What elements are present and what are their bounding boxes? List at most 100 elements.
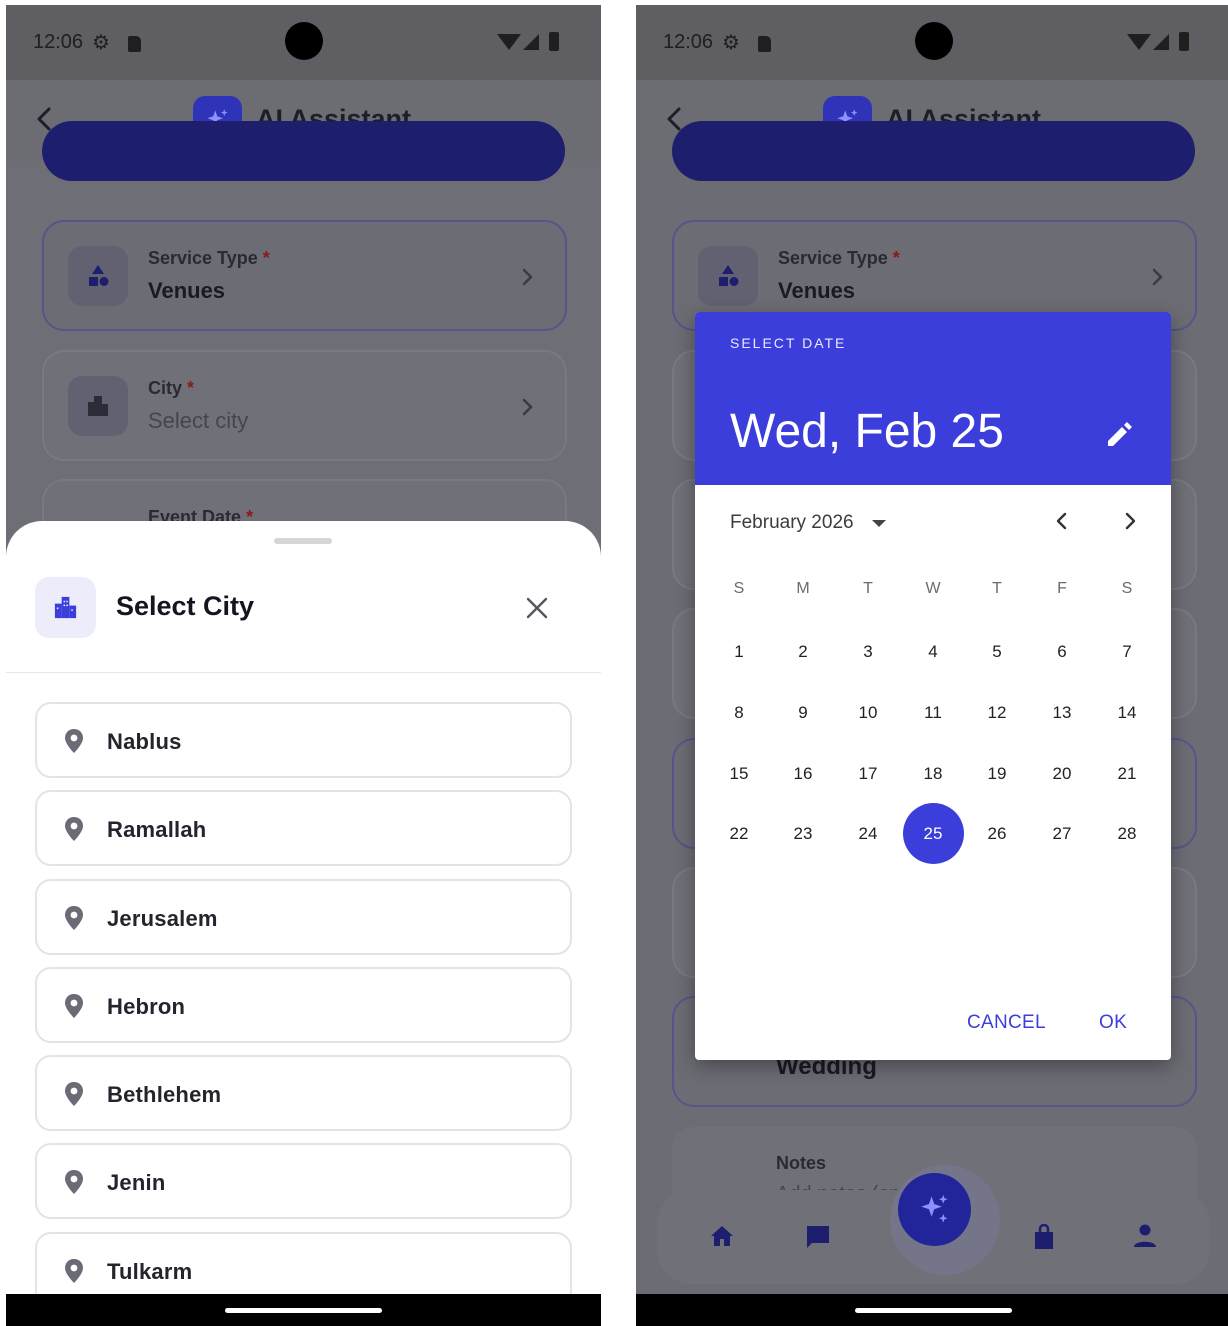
city-option-hebron[interactable]: Hebron: [35, 966, 572, 1043]
shapes-icon: [698, 246, 758, 306]
calendar-day[interactable]: 23: [773, 803, 834, 864]
date-picker-dialog: SELECT DATE Wed, Feb 25 February 2026 S M…: [695, 312, 1171, 1060]
sheet-drag-handle[interactable]: [274, 538, 332, 544]
signal-icon: [523, 34, 539, 50]
ai-assistant-fab[interactable]: [898, 1173, 971, 1246]
field-label: City *: [148, 378, 195, 398]
pencil-icon[interactable]: [1104, 420, 1134, 450]
camera-cutout: [915, 22, 953, 60]
calendar-day[interactable]: 8: [709, 682, 770, 743]
location-pin-icon: [65, 817, 83, 842]
calendar-day[interactable]: 9: [773, 682, 834, 743]
city-option-bethlehem[interactable]: Bethlehem: [35, 1055, 572, 1132]
home-icon[interactable]: [709, 1224, 735, 1248]
city-option-nablus[interactable]: Nablus: [35, 702, 572, 778]
divider: [6, 672, 601, 673]
city-option-jenin[interactable]: Jenin: [35, 1143, 572, 1220]
generate-button[interactable]: [42, 121, 565, 181]
location-pin-icon: [65, 993, 83, 1018]
date-picker-header: SELECT DATE Wed, Feb 25: [695, 312, 1171, 485]
city-option-ramallah[interactable]: Ramallah: [35, 790, 572, 867]
calendar-day-selected[interactable]: 25: [902, 803, 964, 864]
month-year-selector[interactable]: February 2026: [730, 512, 854, 534]
home-gesture-handle[interactable]: [225, 1308, 382, 1313]
weekday-label: S: [1121, 580, 1133, 597]
chevron-right-icon: [1152, 268, 1163, 286]
field-label: Service Type *: [148, 248, 270, 268]
calendar-day[interactable]: 4: [903, 621, 964, 682]
cancel-button[interactable]: CANCEL: [967, 1012, 1046, 1034]
field-value: Venues: [148, 278, 226, 303]
chevron-right-icon: [522, 398, 533, 416]
system-nav-bar: [636, 1294, 1228, 1326]
sd-card-icon: [758, 36, 771, 52]
settings-status-icon: ⚙: [92, 32, 110, 54]
weekday-label: S: [733, 580, 745, 597]
left-screen: 12:06 ⚙ AI Assistant Service Type * Venu…: [6, 5, 601, 1326]
battery-icon: [549, 32, 559, 51]
calendar-day[interactable]: 2: [773, 621, 834, 682]
status-bar: 12:06 ⚙: [6, 5, 601, 80]
settings-status-icon: ⚙: [722, 32, 740, 54]
previous-month-icon[interactable]: [1052, 511, 1072, 531]
calendar-day[interactable]: 5: [967, 621, 1028, 682]
field-label: Service Type *: [778, 248, 900, 268]
chat-icon[interactable]: [804, 1224, 832, 1250]
city-placeholder: Select city: [148, 408, 249, 433]
person-icon[interactable]: [1132, 1224, 1158, 1248]
calendar-day[interactable]: 14: [1097, 682, 1158, 743]
calendar-day[interactable]: 6: [1032, 621, 1093, 682]
calendar-day[interactable]: 7: [1097, 621, 1158, 682]
select-city-sheet: Select City Nablus Ramallah Jerusalem He…: [6, 521, 601, 1326]
calendar-day[interactable]: 15: [709, 743, 770, 804]
selected-date-display: Wed, Feb 25: [730, 405, 1004, 458]
status-time: 12:06: [663, 31, 714, 53]
service-type-field[interactable]: Service Type * Venues: [42, 220, 567, 331]
dropdown-arrow-icon[interactable]: [872, 520, 886, 527]
city-icon: [35, 577, 96, 638]
calendar-day[interactable]: 1: [709, 621, 770, 682]
generate-button[interactable]: [672, 121, 1195, 181]
calendar-day[interactable]: 28: [1097, 803, 1158, 864]
shapes-icon: [68, 246, 128, 306]
calendar-day[interactable]: 12: [967, 682, 1028, 743]
city-list: Nablus Ramallah Jerusalem Hebron Bethleh…: [35, 702, 572, 1320]
weekday-label: W: [925, 580, 941, 597]
calendar-day[interactable]: 21: [1097, 743, 1158, 804]
sparkles-icon: [921, 1194, 948, 1223]
city-field[interactable]: City * Select city: [42, 350, 567, 461]
chevron-right-icon: [522, 268, 533, 286]
right-screen: 12:06 ⚙ AI Assistant Service Type * Venu…: [636, 5, 1228, 1326]
calendar-day[interactable]: 27: [1032, 803, 1093, 864]
city-name: Ramallah: [107, 817, 207, 843]
sheet-title: Select City: [116, 591, 255, 621]
calendar-day[interactable]: 26: [967, 803, 1028, 864]
calendar-day[interactable]: 22: [709, 803, 770, 864]
calendar-day[interactable]: 20: [1032, 743, 1093, 804]
battery-icon: [1179, 32, 1189, 51]
sd-card-icon: [128, 36, 141, 52]
city-icon: [68, 376, 128, 436]
status-bar: 12:06 ⚙: [636, 5, 1228, 80]
calendar-day[interactable]: 11: [903, 682, 964, 743]
close-icon[interactable]: [525, 596, 549, 620]
calendar-day[interactable]: 17: [838, 743, 899, 804]
home-gesture-handle[interactable]: [855, 1308, 1012, 1313]
status-time: 12:06: [33, 31, 84, 53]
city-option-jerusalem[interactable]: Jerusalem: [35, 878, 572, 955]
calendar-day[interactable]: 16: [773, 743, 834, 804]
calendar-day[interactable]: 3: [838, 621, 899, 682]
next-month-icon[interactable]: [1120, 511, 1140, 531]
weekday-label: F: [1057, 580, 1067, 597]
wifi-icon: [1127, 34, 1151, 50]
weekday-label: M: [796, 580, 810, 597]
calendar-day[interactable]: 10: [838, 682, 899, 743]
system-nav-bar: [6, 1294, 601, 1326]
city-name: Jenin: [107, 1170, 166, 1196]
calendar-day[interactable]: 24: [838, 803, 899, 864]
calendar-day[interactable]: 18: [903, 743, 964, 804]
shopping-bag-icon[interactable]: [1033, 1224, 1055, 1250]
calendar-day[interactable]: 13: [1032, 682, 1093, 743]
ok-button[interactable]: OK: [1099, 1012, 1127, 1034]
calendar-day[interactable]: 19: [967, 743, 1028, 804]
